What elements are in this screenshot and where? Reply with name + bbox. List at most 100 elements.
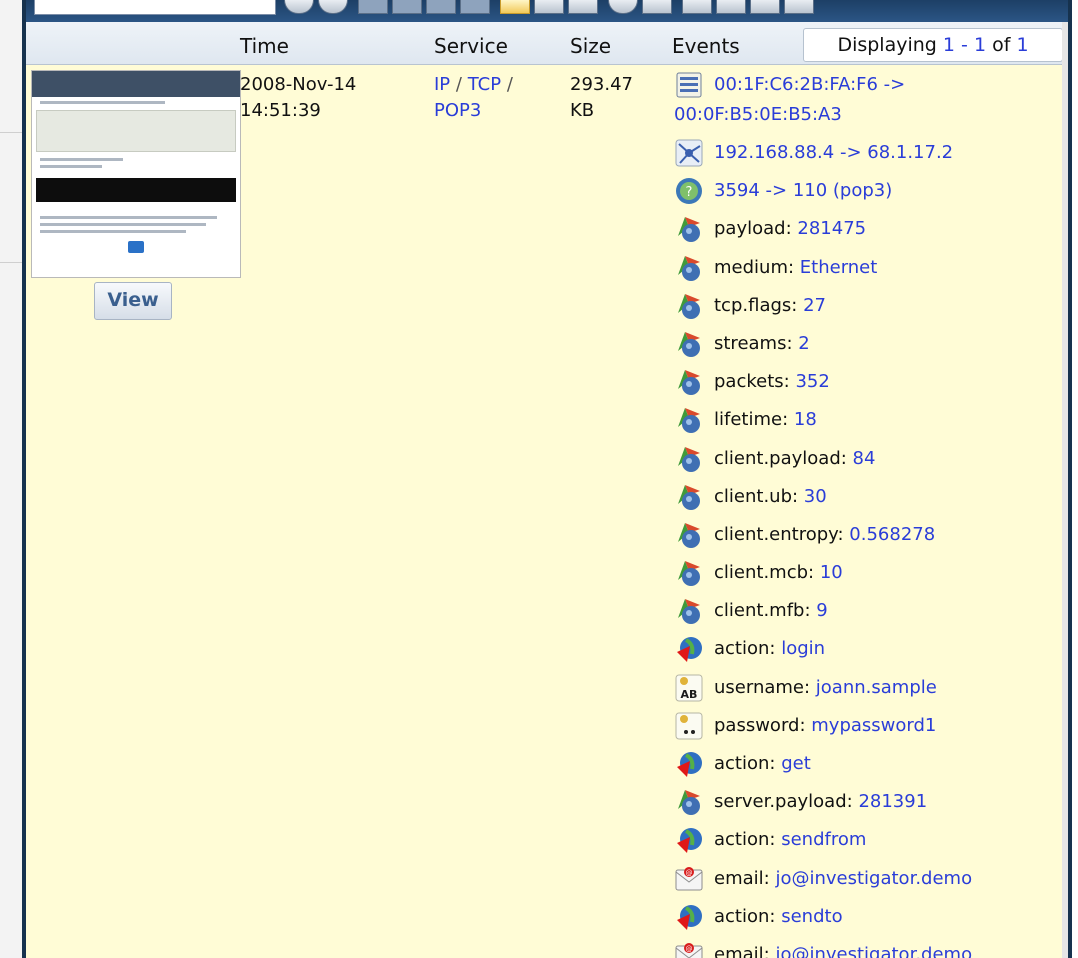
toolbar-forward-button[interactable]: [318, 0, 348, 14]
column-size[interactable]: Size: [570, 34, 611, 58]
toolbar-attach-button[interactable]: [784, 0, 814, 14]
session-row[interactable]: View 2008-Nov-14 14:51:39 IP / TCP / POP…: [26, 64, 1068, 958]
meta-icon: [674, 405, 704, 435]
event-value-link[interactable]: sendfrom: [781, 829, 866, 850]
left-pane-edge: [0, 0, 23, 958]
event-value-link[interactable]: jo@investigator.demo: [775, 944, 972, 958]
event-item: action: sendfrom: [674, 821, 1054, 859]
toolbar-copy-button[interactable]: [750, 0, 780, 14]
toolbar-button[interactable]: [426, 0, 456, 14]
event-value-link[interactable]: 27: [803, 295, 826, 316]
event-label: client.mcb:: [714, 562, 815, 584]
event-label: medium:: [714, 256, 795, 278]
toolbar-button[interactable]: [392, 0, 422, 14]
event-item: packets: 352: [674, 363, 1054, 401]
event-value-link[interactable]: joann.sample: [816, 677, 937, 698]
event-item: client.mcb: 10: [674, 554, 1054, 592]
event-label: email:: [714, 943, 770, 958]
meta-icon: [674, 787, 704, 817]
toolbar-print-button[interactable]: [642, 0, 672, 14]
event-label: client.entropy:: [714, 523, 844, 545]
scrollbar[interactable]: [1062, 22, 1068, 958]
email-icon: @: [674, 940, 704, 958]
service-pop3-link[interactable]: POP3: [434, 100, 481, 121]
password-icon: [674, 711, 704, 741]
event-value-link[interactable]: 18: [794, 409, 817, 430]
meta-icon: [674, 367, 704, 397]
event-value-link[interactable]: mypassword1: [811, 715, 936, 736]
column-header: Time Service Size Events Displaying 1 - …: [26, 22, 1068, 65]
toolbar-grid-view-button[interactable]: [568, 0, 598, 14]
displaying-label: Displaying: [837, 34, 937, 56]
divider: [0, 262, 22, 263]
service-tcp-link[interactable]: TCP: [468, 74, 501, 95]
event-value-link[interactable]: get: [781, 753, 811, 774]
email-thumbnail[interactable]: [31, 70, 241, 278]
range-total: 1: [1016, 34, 1029, 56]
column-service[interactable]: Service: [434, 34, 508, 58]
port-icon: ?: [674, 176, 704, 206]
event-label: username:: [714, 676, 811, 698]
toolbar-button[interactable]: [358, 0, 388, 14]
divider: [0, 132, 22, 133]
toolbar: [26, 0, 1068, 22]
toolbar-button[interactable]: [460, 0, 490, 14]
session-size: 293.47 KB: [570, 72, 633, 124]
event-value-link[interactable]: 2: [798, 333, 809, 354]
svg-text:?: ?: [686, 185, 693, 200]
investigator-window: Time Service Size Events Displaying 1 - …: [0, 0, 1078, 958]
event-item: action: login: [674, 630, 1054, 668]
column-events[interactable]: Events: [672, 34, 740, 58]
event-item: 00:1F:C6:2B:FA:F6 -> 00:0F:B5:0E:B5:A3: [674, 70, 1054, 134]
meta-icon: [674, 596, 704, 626]
event-value-link[interactable]: 281391: [858, 791, 927, 812]
svg-text:AB: AB: [681, 688, 698, 701]
event-value-link[interactable]: 0.568278: [849, 524, 935, 545]
meta-icon: [674, 253, 704, 283]
action-icon: [674, 902, 704, 932]
event-item: payload: 281475: [674, 210, 1054, 248]
event-value-link[interactable]: 3594 -> 110 (pop3): [714, 180, 892, 201]
event-value-link[interactable]: 10: [820, 562, 843, 583]
toolbar-save-button[interactable]: [716, 0, 746, 14]
toolbar-search-input[interactable]: [34, 0, 276, 15]
toolbar-globe-button[interactable]: [608, 0, 638, 14]
event-value-link[interactable]: 352: [795, 371, 829, 392]
meta-icon: [674, 482, 704, 512]
toolbar-export-button[interactable]: [682, 0, 712, 14]
event-value-link[interactable]: 00:1F:C6:2B:FA:F6 ->: [714, 74, 905, 95]
event-item: client.payload: 84: [674, 440, 1054, 478]
event-value-link[interactable]: sendto: [781, 906, 842, 927]
event-label: server.payload:: [714, 791, 853, 813]
event-value-link[interactable]: 192.168.88.4 -> 68.1.17.2: [714, 142, 953, 163]
event-value-link[interactable]: jo@investigator.demo: [775, 868, 972, 889]
action-icon: [674, 749, 704, 779]
event-value-link[interactable]: 00:0F:B5:0E:B5:A3: [674, 100, 1054, 130]
column-time[interactable]: Time: [240, 34, 289, 58]
event-item: lifetime: 18: [674, 401, 1054, 439]
session-time: 14:51:39: [240, 100, 321, 121]
meta-icon: [674, 520, 704, 550]
event-item: streams: 2: [674, 325, 1054, 363]
event-value-link[interactable]: 9: [816, 600, 827, 621]
event-value-link[interactable]: Ethernet: [800, 257, 878, 278]
toolbar-detail-view-button[interactable]: [534, 0, 564, 14]
range-of: of: [992, 34, 1011, 56]
range-from: 1: [942, 34, 955, 56]
meta-icon: [674, 291, 704, 321]
service-ip-link[interactable]: IP: [434, 74, 450, 95]
size-value: 293.47: [570, 74, 633, 95]
event-label: streams:: [714, 332, 793, 354]
toolbar-list-view-button[interactable]: [500, 0, 530, 14]
toolbar-back-button[interactable]: [284, 0, 314, 14]
action-icon: [674, 825, 704, 855]
event-value-link[interactable]: login: [781, 638, 825, 659]
mac-address-icon: [674, 70, 704, 100]
view-button[interactable]: View: [94, 282, 172, 320]
size-unit: KB: [570, 100, 595, 121]
ip-address-icon: [674, 138, 704, 168]
event-value-link[interactable]: 30: [804, 486, 827, 507]
meta-icon: [674, 558, 704, 588]
event-value-link[interactable]: 281475: [797, 218, 866, 239]
event-value-link[interactable]: 84: [853, 448, 876, 469]
